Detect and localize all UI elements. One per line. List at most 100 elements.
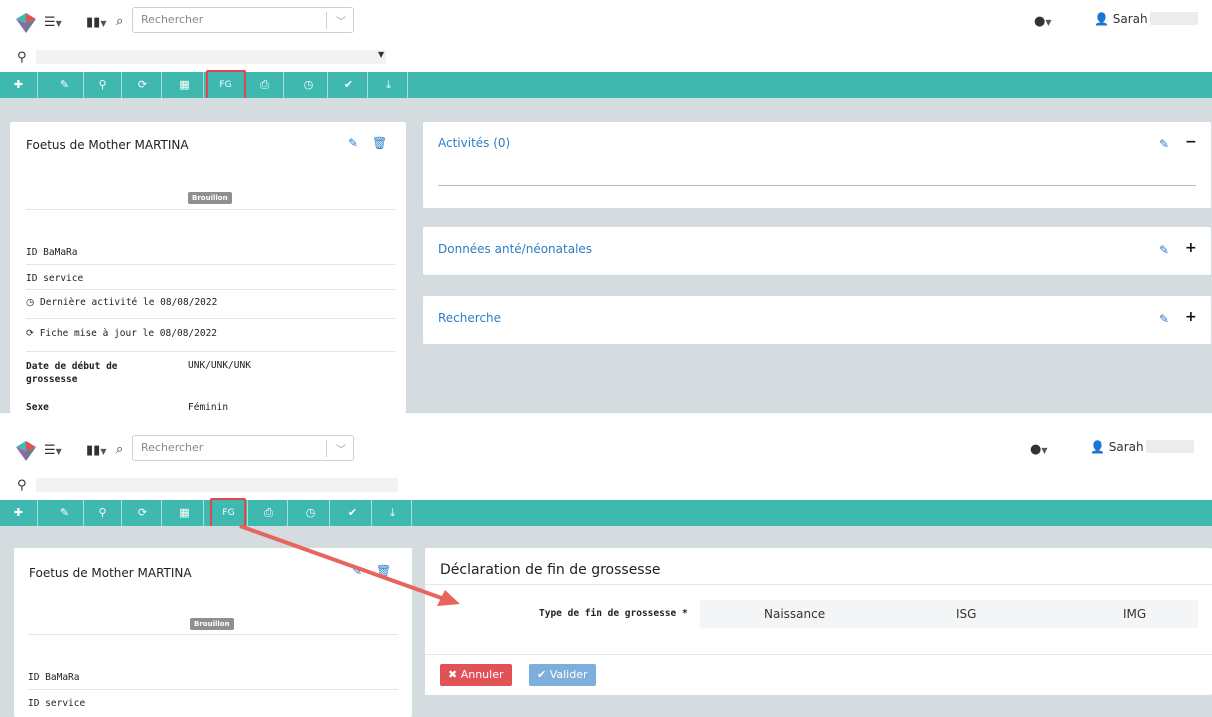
search-input[interactable]: Rechercher ﹀ bbox=[132, 7, 354, 33]
updated-text: Fiche mise à jour le 08/08/2022 bbox=[39, 328, 218, 339]
search-input[interactable]: Rechercher ﹀ bbox=[132, 435, 354, 461]
id-service-label: ID service bbox=[28, 698, 86, 709]
divider bbox=[28, 689, 398, 690]
location-select[interactable] bbox=[36, 50, 386, 64]
user-name: Sarah bbox=[1108, 440, 1144, 454]
validate-button[interactable]: ✔ bbox=[330, 72, 368, 98]
divider bbox=[438, 185, 1196, 186]
research-panel: Recherche ✎ + bbox=[423, 296, 1211, 344]
refresh-button[interactable]: ⟳ bbox=[124, 72, 162, 98]
collapse-icon[interactable]: − bbox=[1185, 134, 1197, 150]
top-navbar: ☰▼ ▮▮▼ ⌕ Rechercher ﹀ ●▼ 👤 Sarah bbox=[0, 0, 1212, 46]
add-button[interactable]: ✚ bbox=[0, 500, 38, 526]
option-isg[interactable]: ISG bbox=[956, 607, 976, 621]
chevron-down-icon[interactable]: ▼ bbox=[378, 50, 384, 59]
option-naissance[interactable]: Naissance bbox=[764, 607, 825, 621]
expand-icon[interactable]: + bbox=[1185, 309, 1197, 325]
divider bbox=[28, 634, 398, 635]
edit-button[interactable]: ✎ bbox=[46, 500, 84, 526]
download-button[interactable]: ⤓ bbox=[370, 72, 408, 98]
user-icon: 👤 bbox=[1090, 440, 1105, 454]
content-area: Foetus de Mother MARTINA ✎ 🗑 Brouillon I… bbox=[0, 98, 1212, 413]
chevron-down-icon[interactable]: ﹀ bbox=[336, 441, 346, 456]
close-icon: ✖ bbox=[448, 668, 458, 681]
submit-button[interactable]: ✔ Valider bbox=[529, 664, 596, 686]
patient-name: Foetus de Mother MARTINA bbox=[26, 138, 189, 152]
print-button[interactable]: ⎙ bbox=[246, 72, 284, 98]
action-toolbar: ✚ ✎ ⚲ ⟳ ▦ FG ⎙ ◷ ✔ ⤓ bbox=[0, 72, 1212, 98]
history-button[interactable]: ◷ bbox=[290, 72, 328, 98]
content-area: Foetus de Mother MARTINA ✎ 🗑 Brouillon I… bbox=[0, 526, 1212, 717]
bar-chart-icon[interactable]: ▮▮▼ bbox=[86, 443, 106, 460]
location-select[interactable] bbox=[36, 478, 398, 492]
pencil-icon[interactable]: ✎ bbox=[352, 564, 362, 578]
submit-label: Valider bbox=[549, 668, 588, 681]
cancel-label: Annuler bbox=[460, 668, 504, 681]
user-menu[interactable]: 👤 Sarah bbox=[1094, 12, 1148, 26]
fg-highlight bbox=[206, 70, 246, 100]
calendar-button[interactable]: ▦ bbox=[166, 72, 204, 98]
pencil-icon[interactable]: ✎ bbox=[1159, 137, 1169, 151]
app-logo[interactable] bbox=[16, 441, 36, 461]
add-button[interactable]: ✚ bbox=[0, 72, 38, 98]
clock-icon: ◷ bbox=[26, 297, 35, 308]
research-title[interactable]: Recherche bbox=[438, 311, 501, 325]
status-badge: Brouillon bbox=[190, 618, 234, 630]
print-button[interactable]: ⎙ bbox=[250, 500, 288, 526]
pencil-icon[interactable]: ✎ bbox=[1159, 312, 1169, 326]
user-menu[interactable]: 👤 Sarah bbox=[1090, 440, 1144, 454]
cancel-button[interactable]: ✖ Annuler bbox=[440, 664, 512, 686]
activities-title[interactable]: Activités (0) bbox=[438, 136, 510, 150]
patient-card: Foetus de Mother MARTINA ✎ 🗑 Brouillon I… bbox=[10, 122, 406, 413]
id-bamara-label: ID BaMaRa bbox=[26, 247, 78, 258]
user-surname-redacted bbox=[1150, 12, 1198, 25]
antenatal-panel: Données anté/néonatales ✎ + bbox=[423, 227, 1211, 275]
help-icon[interactable]: ●▼ bbox=[1030, 442, 1048, 459]
app-logo[interactable] bbox=[16, 13, 36, 33]
top-navbar: ☰▼ ▮▮▼ ⌕ Rechercher ﹀ ●▼ 👤 Sarah bbox=[0, 428, 1212, 474]
antenatal-title[interactable]: Données anté/néonatales bbox=[438, 242, 592, 256]
list-icon[interactable]: ☰▼ bbox=[44, 443, 62, 460]
pencil-icon[interactable]: ✎ bbox=[1159, 243, 1169, 257]
trash-icon[interactable]: 🗑 bbox=[376, 564, 391, 578]
list-icon[interactable]: ☰▼ bbox=[44, 15, 62, 32]
map-marker-icon: ⚲ bbox=[17, 50, 27, 65]
screenshot-bottom: ☰▼ ▮▮▼ ⌕ Rechercher ﹀ ●▼ 👤 Sarah ⚲ ✚ ✎ ⚲… bbox=[0, 428, 1212, 717]
activities-panel: Activités (0) ✎ − bbox=[423, 122, 1211, 208]
end-type-options: Naissance ISG IMG bbox=[700, 600, 1198, 628]
history-button[interactable]: ◷ bbox=[292, 500, 330, 526]
pregnancy-start-label: Date de début de grossesse bbox=[26, 361, 118, 385]
patient-name: Foetus de Mother MARTINA bbox=[29, 566, 192, 580]
calendar-button[interactable]: ▦ bbox=[166, 500, 204, 526]
chevron-down-icon[interactable]: ﹀ bbox=[336, 13, 346, 28]
user-name: Sarah bbox=[1112, 12, 1148, 26]
search-divider bbox=[326, 440, 327, 457]
validate-button[interactable]: ✔ bbox=[334, 500, 372, 526]
bar-chart-icon[interactable]: ▮▮▼ bbox=[86, 15, 106, 32]
last-activity-row: ◷ Dernière activité le 08/08/2022 bbox=[26, 297, 217, 308]
pencil-icon[interactable]: ✎ bbox=[348, 136, 358, 150]
edit-button[interactable]: ✎ bbox=[46, 72, 84, 98]
help-icon[interactable]: ●▼ bbox=[1034, 14, 1052, 31]
location-row: ⚲ bbox=[0, 474, 1212, 498]
divider bbox=[26, 264, 396, 265]
search-placeholder: Rechercher bbox=[141, 441, 204, 454]
divider bbox=[26, 318, 396, 319]
search-icon: ⌕ bbox=[116, 14, 124, 29]
refresh-button[interactable]: ⟳ bbox=[124, 500, 162, 526]
sex-value: Féminin bbox=[188, 402, 229, 413]
download-button[interactable]: ⤓ bbox=[374, 500, 412, 526]
location-button[interactable]: ⚲ bbox=[84, 500, 122, 526]
option-img[interactable]: IMG bbox=[1123, 607, 1146, 621]
location-row: ⚲ ▼ bbox=[0, 46, 1212, 70]
expand-icon[interactable]: + bbox=[1185, 240, 1197, 256]
fg-highlight bbox=[210, 498, 246, 528]
location-button[interactable]: ⚲ bbox=[84, 72, 122, 98]
declaration-panel: Déclaration de fin de grossesse Type de … bbox=[425, 548, 1212, 695]
trash-icon[interactable]: 🗑 bbox=[372, 136, 387, 150]
divider bbox=[425, 654, 1212, 655]
updated-row: ⟳ Fiche mise à jour le 08/08/2022 bbox=[26, 328, 217, 339]
pregnancy-start-value: UNK/UNK/UNK bbox=[188, 360, 251, 371]
action-toolbar: ✚ ✎ ⚲ ⟳ ▦ FG ⎙ ◷ ✔ ⤓ bbox=[0, 500, 1212, 526]
check-icon: ✔ bbox=[537, 668, 547, 681]
